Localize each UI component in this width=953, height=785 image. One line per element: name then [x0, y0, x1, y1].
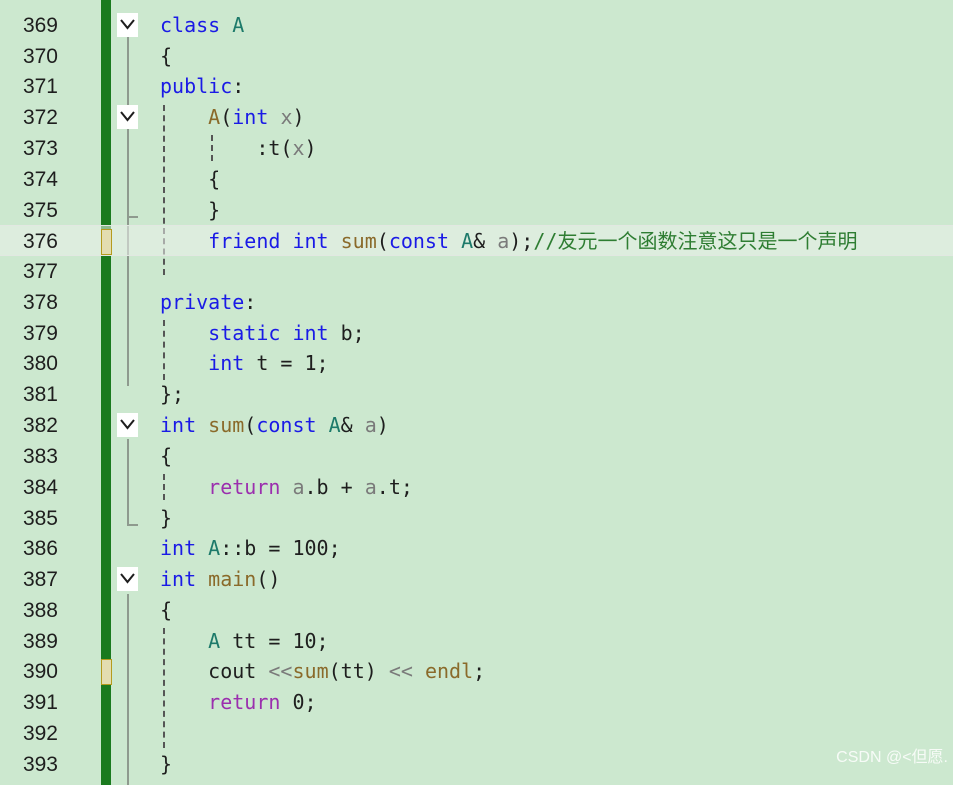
- line-number: 379: [22, 322, 58, 345]
- code-line[interactable]: 371 public:: [0, 71, 953, 102]
- line-number: 384: [22, 476, 58, 499]
- code-line[interactable]: 392: [0, 718, 953, 749]
- code-text[interactable]: static int b;: [160, 318, 365, 349]
- chevron-down-icon: [120, 573, 135, 584]
- code-line[interactable]: 386 int A::b = 100;: [0, 533, 953, 564]
- unsaved-change-marker: [101, 229, 112, 255]
- chevron-down-icon: [120, 419, 135, 430]
- line-number: 378: [22, 291, 58, 314]
- line-number: 376: [22, 230, 58, 253]
- code-line[interactable]: 372 A(int x): [0, 102, 953, 133]
- line-number: 380: [22, 352, 58, 375]
- code-line[interactable]: 382 int sum(const A& a): [0, 410, 953, 441]
- code-line[interactable]: 384 return a.b + a.t;: [0, 472, 953, 503]
- chevron-down-icon: [120, 111, 135, 122]
- fold-toggle[interactable]: [117, 413, 138, 437]
- line-number: 387: [22, 568, 58, 591]
- line-number: 373: [22, 137, 58, 160]
- code-text[interactable]: int sum(const A& a): [160, 410, 389, 441]
- unsaved-change-marker: [101, 659, 112, 685]
- line-number: 382: [22, 414, 58, 437]
- code-text[interactable]: }: [160, 749, 172, 780]
- code-text[interactable]: int main(): [160, 564, 280, 595]
- code-text[interactable]: int A::b = 100;: [160, 533, 341, 564]
- code-text[interactable]: public:: [160, 71, 244, 102]
- chevron-down-icon: [120, 19, 135, 30]
- code-text[interactable]: friend int sum(const A& a);//友元一个函数注意这只是…: [160, 226, 857, 257]
- code-line[interactable]: 378 private:: [0, 287, 953, 318]
- code-line[interactable]: 390 cout <<sum(tt) << endl;: [0, 656, 953, 687]
- line-number: 392: [22, 722, 58, 745]
- code-line[interactable]: 374 {: [0, 164, 953, 195]
- code-text[interactable]: }: [160, 503, 172, 534]
- code-line-current[interactable]: 376 friend int sum(const A& a);//友元一个函数注…: [0, 225, 953, 256]
- code-text[interactable]: {: [160, 164, 220, 195]
- code-line[interactable]: 393 }: [0, 749, 953, 780]
- code-line[interactable]: 380 int t = 1;: [0, 348, 953, 379]
- fold-toggle[interactable]: [117, 13, 138, 37]
- line-number: 369: [22, 14, 58, 37]
- line-number: 381: [22, 383, 58, 406]
- code-line[interactable]: 377: [0, 256, 953, 287]
- code-line[interactable]: 381 };: [0, 379, 953, 410]
- code-text[interactable]: };: [160, 379, 184, 410]
- line-number: 385: [22, 507, 58, 530]
- code-line[interactable]: 375 }: [0, 195, 953, 226]
- code-line[interactable]: 389 A tt = 10;: [0, 626, 953, 657]
- code-line[interactable]: 385 }: [0, 503, 953, 534]
- line-number: 372: [22, 106, 58, 129]
- code-text[interactable]: A(int x): [160, 102, 304, 133]
- line-number: 389: [22, 630, 58, 653]
- code-line[interactable]: 369 class A: [0, 10, 953, 41]
- code-line[interactable]: 388 {: [0, 595, 953, 626]
- line-number: 388: [22, 599, 58, 622]
- line-number: 393: [22, 753, 58, 776]
- code-text[interactable]: cout <<sum(tt) << endl;: [160, 656, 485, 687]
- code-line[interactable]: 391 return 0;: [0, 687, 953, 718]
- code-text[interactable]: {: [160, 441, 172, 472]
- code-line[interactable]: 387 int main(): [0, 564, 953, 595]
- line-number: 390: [22, 660, 58, 683]
- fold-toggle[interactable]: [117, 567, 138, 591]
- code-line[interactable]: 373 :t(x): [0, 133, 953, 164]
- watermark: CSDN @<但愿.: [836, 749, 948, 766]
- code-text[interactable]: :t(x): [160, 133, 316, 164]
- code-text[interactable]: {: [160, 595, 172, 626]
- code-text[interactable]: private:: [160, 287, 256, 318]
- code-text[interactable]: }: [160, 195, 220, 226]
- code-text[interactable]: class A: [160, 10, 244, 41]
- code-text[interactable]: A tt = 10;: [160, 626, 328, 657]
- code-editor[interactable]: 368 369 class A 370 { 371 public: 372 A(…: [0, 0, 953, 785]
- line-number: 374: [22, 168, 58, 191]
- code-line[interactable]: 379 static int b;: [0, 318, 953, 349]
- code-text[interactable]: return a.b + a.t;: [160, 472, 413, 503]
- code-text[interactable]: return 0;: [160, 687, 316, 718]
- line-number: 383: [22, 445, 58, 468]
- line-number: 377: [22, 260, 58, 283]
- line-number: 391: [22, 691, 58, 714]
- line-number: 386: [22, 537, 58, 560]
- line-number: 371: [22, 75, 58, 98]
- line-number: 375: [22, 199, 58, 222]
- code-text[interactable]: int t = 1;: [160, 348, 328, 379]
- code-text[interactable]: {: [160, 41, 172, 72]
- code-comment: //友元一个函数注意这只是一个声明: [533, 229, 858, 253]
- fold-toggle[interactable]: [117, 105, 138, 129]
- line-number: 370: [22, 45, 58, 68]
- code-line[interactable]: 383 {: [0, 441, 953, 472]
- code-line[interactable]: 370 {: [0, 41, 953, 72]
